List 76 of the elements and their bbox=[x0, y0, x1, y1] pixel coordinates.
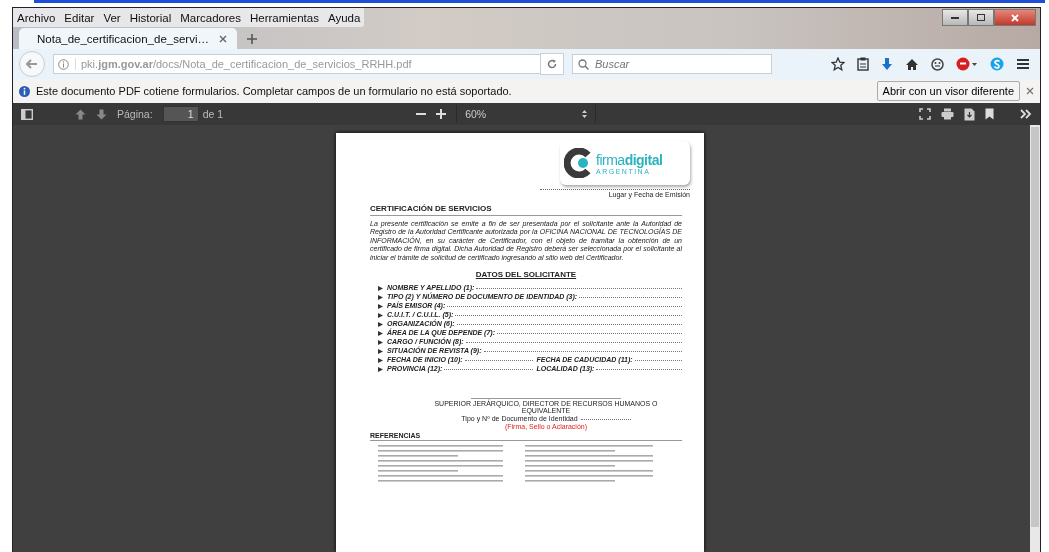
fill-in-line[interactable] bbox=[634, 359, 682, 361]
arrow-bullet-icon bbox=[378, 312, 383, 318]
s-logo-icon[interactable] bbox=[990, 57, 1004, 71]
download-arrow-icon[interactable] bbox=[881, 57, 893, 71]
print-icon[interactable] bbox=[941, 108, 954, 120]
menu-item[interactable]: Archivo bbox=[17, 11, 56, 24]
fill-in-line[interactable] bbox=[456, 323, 682, 325]
minimize-button[interactable] bbox=[942, 9, 968, 26]
up-arrow-icon[interactable] bbox=[75, 108, 86, 120]
page-label: Página: bbox=[117, 108, 153, 120]
stop-sign-icon[interactable] bbox=[956, 57, 978, 71]
reload-icon bbox=[547, 59, 557, 69]
menu-item[interactable]: Ver bbox=[103, 11, 121, 24]
arrow-bullet-icon bbox=[378, 294, 383, 300]
updown-caret-icon bbox=[582, 110, 588, 118]
fill-in-line[interactable] bbox=[476, 287, 682, 289]
fill-in-line[interactable] bbox=[444, 368, 533, 370]
search-icon bbox=[578, 59, 589, 70]
arrow-bullet-icon bbox=[378, 285, 383, 291]
fill-in-line[interactable] bbox=[465, 341, 682, 343]
arrow-bullet-icon bbox=[378, 348, 383, 354]
menu-item[interactable]: Marcadores bbox=[180, 11, 241, 24]
fill-in-line[interactable] bbox=[579, 296, 682, 298]
close-icon bbox=[1011, 13, 1019, 22]
double-chevron-icon[interactable] bbox=[1020, 109, 1032, 119]
close-button[interactable] bbox=[994, 9, 1036, 26]
info-icon bbox=[19, 85, 30, 97]
minimize-icon bbox=[951, 16, 959, 19]
fill-in-line[interactable] bbox=[596, 368, 682, 370]
browser-tab[interactable]: Nota_de_certificacion_de_servi… bbox=[19, 28, 237, 49]
maximize-icon bbox=[977, 14, 985, 21]
maximize-button[interactable] bbox=[968, 9, 994, 26]
smiley-icon[interactable] bbox=[931, 57, 944, 71]
menu-icon[interactable] bbox=[1016, 58, 1030, 70]
fill-in-line[interactable] bbox=[497, 332, 682, 334]
menu-item[interactable]: Editar bbox=[64, 11, 95, 24]
close-icon[interactable] bbox=[218, 34, 227, 43]
reload-button[interactable] bbox=[540, 53, 564, 75]
zoom-select[interactable]: 60% bbox=[456, 105, 597, 123]
close-icon[interactable] bbox=[1026, 87, 1034, 95]
sidebar-toggle-icon[interactable] bbox=[21, 108, 33, 120]
arrow-bullet-icon bbox=[378, 366, 383, 372]
back-arrow-icon bbox=[26, 59, 38, 69]
menu-item[interactable]: Historial bbox=[129, 11, 172, 24]
fill-in-line[interactable] bbox=[464, 359, 533, 361]
info-icon[interactable] bbox=[58, 58, 69, 70]
down-arrow-icon[interactable] bbox=[96, 108, 107, 120]
menu-item[interactable]: Herramientas bbox=[249, 11, 319, 24]
page-number-field[interactable]: 1 bbox=[162, 106, 199, 122]
page-count: de 1 bbox=[202, 108, 224, 120]
logo-text: firmadigital bbox=[596, 151, 663, 168]
home-icon[interactable] bbox=[905, 57, 919, 71]
scrollbar[interactable] bbox=[1030, 125, 1040, 552]
menu-item[interactable]: Ayuda bbox=[327, 11, 361, 24]
search-field[interactable]: Buscar bbox=[572, 54, 772, 74]
new-tab-icon[interactable] bbox=[246, 33, 257, 44]
fullscreen-icon[interactable] bbox=[919, 108, 931, 120]
fill-in-line[interactable] bbox=[483, 350, 682, 352]
arrow-bullet-icon bbox=[378, 357, 383, 363]
arrow-bullet-icon bbox=[378, 321, 383, 327]
fill-in-line[interactable] bbox=[455, 314, 682, 316]
arrow-bullet-icon bbox=[378, 303, 383, 309]
document-title: CERTIFICACIÓN DE SERVICIOS bbox=[370, 204, 682, 216]
open-with-button[interactable]: Abrir con un visor diferente bbox=[876, 81, 1020, 101]
bookmark-icon[interactable] bbox=[985, 108, 994, 120]
document-download-icon[interactable] bbox=[964, 107, 975, 121]
section-title: DATOS DEL SOLICITANTE bbox=[474, 269, 578, 279]
clipboard-icon[interactable] bbox=[857, 57, 869, 71]
fill-in-line[interactable] bbox=[580, 418, 631, 420]
star-icon[interactable] bbox=[831, 57, 845, 71]
arrow-bullet-icon bbox=[378, 339, 383, 345]
arrow-bullet-icon bbox=[378, 330, 383, 336]
notification-message: Este documento PDF cotiene formularios. Completar campos de un formulario no está soportado. bbox=[36, 85, 513, 97]
fill-in-line[interactable] bbox=[447, 305, 682, 307]
zoom-in-icon[interactable] bbox=[436, 109, 447, 119]
back-button[interactable] bbox=[19, 51, 45, 77]
